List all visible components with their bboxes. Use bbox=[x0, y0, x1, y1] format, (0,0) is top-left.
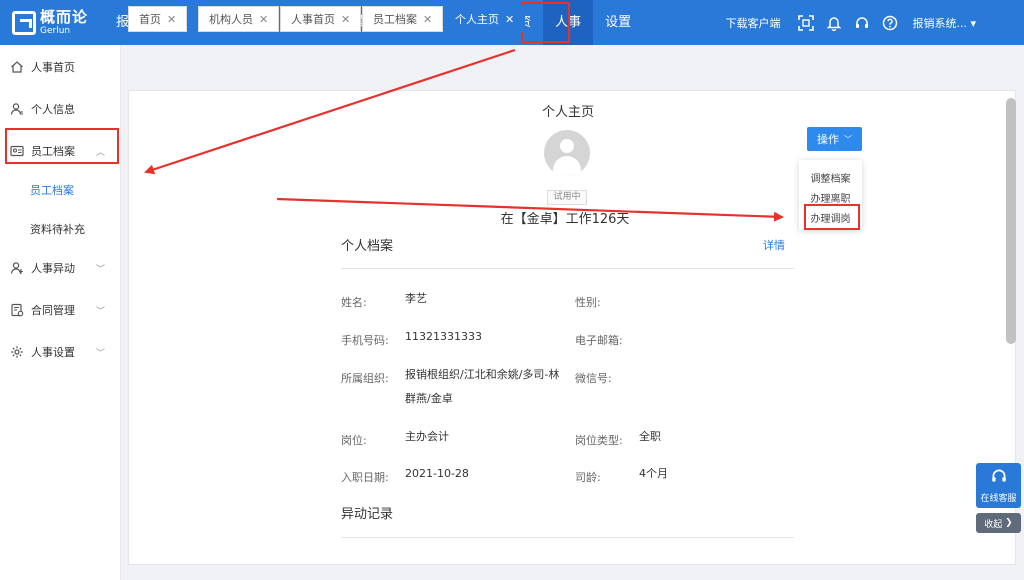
sidebar: 人事首页 个人信息 员工档案 ︿ 员工档案 资料待补充 人事异动 ﹀ 合同管理 … bbox=[0, 45, 121, 580]
annotation-box-hr-nav bbox=[521, 2, 570, 43]
help-icon[interactable] bbox=[876, 0, 904, 45]
sidebar-item-personal-info[interactable]: 个人信息 bbox=[0, 89, 121, 129]
close-icon[interactable]: ✕ bbox=[167, 13, 176, 26]
details-link[interactable]: 详情 bbox=[763, 237, 785, 253]
phone-value: 11321331333 bbox=[405, 330, 482, 343]
name-value: 李艺 bbox=[405, 292, 427, 305]
brand-name-en: Gerlun bbox=[40, 25, 71, 36]
brand-name-cn: 概而论 bbox=[40, 7, 89, 26]
home-icon bbox=[10, 60, 24, 74]
headset-icon[interactable] bbox=[848, 0, 876, 45]
annotation-box-employee-files bbox=[5, 128, 119, 164]
close-icon[interactable]: ✕ bbox=[259, 13, 268, 26]
close-icon[interactable]: ✕ bbox=[423, 13, 432, 26]
tab-employee-files[interactable]: 员工档案 ✕ bbox=[362, 6, 444, 32]
chevron-down-icon: ﹀ bbox=[95, 348, 105, 359]
tab-label: 员工档案 bbox=[373, 13, 417, 26]
gear-icon bbox=[10, 345, 24, 359]
tab-label: 首页 bbox=[139, 13, 161, 26]
scan-icon[interactable] bbox=[792, 0, 820, 45]
sidebar-item-label: 员工档案 bbox=[30, 184, 74, 197]
sidebar-item-label: 人事首页 bbox=[31, 61, 75, 74]
sidebar-item-hr-home[interactable]: 人事首页 bbox=[0, 47, 121, 87]
annotation-box-transfer bbox=[804, 204, 860, 230]
name-label: 姓名: bbox=[341, 296, 367, 309]
section-title-profile: 个人档案 bbox=[341, 239, 394, 254]
sidebar-item-contracts[interactable]: 合同管理 ﹀ bbox=[0, 290, 121, 330]
logo-icon bbox=[12, 10, 36, 35]
collapse-label: 收起 bbox=[984, 519, 1003, 530]
tab-hr-home[interactable]: 人事首页 ✕ bbox=[280, 6, 362, 32]
user-menu[interactable]: 报销系统... ▾ bbox=[912, 15, 976, 31]
position-type-value: 全职 bbox=[639, 430, 661, 443]
tab-label: 机构人员 bbox=[209, 13, 253, 26]
collapse-button[interactable]: 收起 ❯ bbox=[976, 513, 1021, 533]
tab-personal-home[interactable]: 个人主页 ✕ bbox=[444, 6, 526, 32]
divider bbox=[341, 537, 794, 538]
org-label: 所属组织: bbox=[341, 372, 389, 385]
download-client-link[interactable]: 下载客户端 bbox=[725, 15, 780, 31]
sidebar-item-hr-settings[interactable]: 人事设置 ﹀ bbox=[0, 332, 121, 372]
operation-button-label: 操作 bbox=[817, 133, 839, 146]
sidebar-item-hr-change[interactable]: 人事异动 ﹀ bbox=[0, 248, 121, 288]
person-icon bbox=[10, 102, 24, 116]
online-service-button[interactable]: 在线客服 bbox=[976, 463, 1021, 508]
bell-icon[interactable] bbox=[820, 0, 848, 45]
section-title-changes: 异动记录 bbox=[341, 507, 394, 522]
email-label: 电子邮箱: bbox=[575, 334, 623, 347]
wechat-label: 微信号: bbox=[575, 372, 612, 385]
position-value: 主办会计 bbox=[405, 430, 449, 443]
user-name: 报销系统... bbox=[912, 16, 967, 30]
org-value-line1: 报销根组织/江北和余姚/多司-林 bbox=[405, 368, 560, 381]
nav-settings[interactable]: 设置 bbox=[593, 0, 643, 45]
close-icon[interactable]: ✕ bbox=[341, 13, 350, 26]
sidebar-item-label: 人事设置 bbox=[31, 346, 75, 359]
status-badge: 试用中 bbox=[547, 190, 587, 205]
chevron-down-icon: ﹀ bbox=[95, 306, 105, 317]
avatar bbox=[544, 130, 590, 176]
tenure-text: 在【金卓】工作126天 bbox=[500, 212, 630, 227]
menu-item-resign[interactable]: 办理离职 bbox=[799, 190, 862, 205]
phone-label: 手机号码: bbox=[341, 334, 389, 347]
gender-label: 性别: bbox=[575, 296, 601, 309]
contract-icon bbox=[10, 303, 24, 317]
operation-button[interactable]: 操作 ﹀ bbox=[807, 127, 862, 151]
tab-label: 人事首页 bbox=[291, 13, 335, 26]
org-value-line2: 群燕/金卓 bbox=[405, 392, 453, 405]
sidebar-item-label: 资料待补充 bbox=[30, 223, 85, 236]
hire-date-label: 入职日期: bbox=[341, 471, 389, 484]
online-service-label: 在线客服 bbox=[980, 494, 1017, 504]
headset-icon bbox=[990, 467, 1008, 488]
divider bbox=[341, 268, 794, 269]
tab-org-staff[interactable]: 机构人员 ✕ bbox=[198, 6, 280, 32]
brand-logo[interactable]: 概而论 Gerlun bbox=[0, 7, 104, 36]
sidebar-subitem-employee-files[interactable]: 员工档案 bbox=[0, 170, 121, 210]
sidebar-item-label: 人事异动 bbox=[31, 262, 75, 275]
tab-label: 个人主页 bbox=[455, 13, 499, 26]
sidebar-item-label: 合同管理 bbox=[31, 304, 75, 317]
sidebar-item-label: 个人信息 bbox=[31, 103, 75, 116]
menu-item-adjust-file[interactable]: 调整档案 bbox=[799, 170, 862, 185]
seniority-value: 4个月 bbox=[639, 467, 668, 480]
close-icon[interactable]: ✕ bbox=[505, 13, 514, 26]
sidebar-subitem-pending-info[interactable]: 资料待补充 bbox=[0, 209, 121, 249]
person-change-icon bbox=[10, 261, 24, 275]
seniority-label: 司龄: bbox=[575, 471, 601, 484]
tab-bar bbox=[121, 45, 1024, 83]
chevron-down-icon: ﹀ bbox=[95, 264, 105, 275]
page-title: 个人主页 bbox=[541, 105, 594, 120]
position-label: 岗位: bbox=[341, 434, 367, 447]
position-type-label: 岗位类型: bbox=[575, 434, 623, 447]
scrollbar-thumb[interactable] bbox=[1006, 98, 1016, 344]
tab-home[interactable]: 首页 ✕ bbox=[128, 6, 188, 32]
chevron-down-icon: ﹀ bbox=[844, 134, 852, 144]
hire-date-value: 2021-10-28 bbox=[405, 467, 469, 480]
